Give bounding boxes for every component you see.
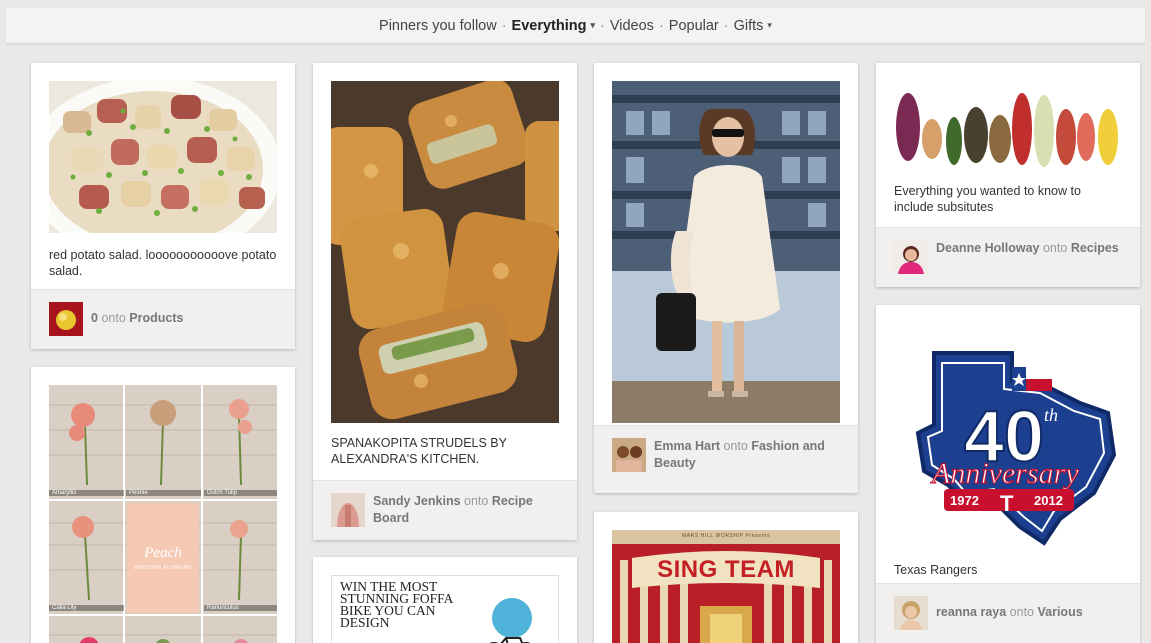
pin-card-texas-rangers[interactable]: 40 th Anniversary 1972 2012 T Texas Rang…: [876, 305, 1140, 643]
nav-popular[interactable]: Popular: [667, 18, 721, 34]
nav-separator: ·: [600, 17, 605, 34]
nav-everything[interactable]: Everything ▾: [510, 18, 597, 34]
pin-card-win-bike[interactable]: WIN THE MOST STUNNING FOFFA BIKE YOU CAN…: [313, 557, 577, 643]
attribution-text: Emma Hart onto Fashion and Beauty: [654, 438, 844, 472]
board-name[interactable]: Recipes: [1071, 241, 1119, 255]
avatar[interactable]: [894, 240, 928, 274]
pin-attribution: Sandy Jenkins onto Recipe Board: [313, 480, 577, 540]
attribution-text: reanna raya onto Various: [936, 604, 1126, 621]
pin-card-flowers[interactable]: Amaryllis Peonie Dutch Tulip Calla Lily …: [31, 367, 295, 643]
flower-label: Dutch Tulip: [204, 490, 277, 496]
attribution-text: Sandy Jenkins onto Recipe Board: [373, 493, 563, 527]
flower-label: Amaryllis: [49, 490, 124, 496]
pinner-name[interactable]: Sandy Jenkins: [373, 494, 461, 508]
nav-gifts[interactable]: Gifts ▾: [732, 18, 774, 34]
svg-text:2012: 2012: [1034, 493, 1063, 508]
pinner-name[interactable]: 0: [91, 311, 98, 325]
svg-text:T: T: [1000, 491, 1014, 516]
onto-label: onto: [1042, 241, 1068, 255]
flower-label: Peonie: [126, 490, 201, 496]
board-name[interactable]: Various: [1038, 605, 1083, 619]
chevron-down-icon[interactable]: ▾: [767, 20, 772, 30]
avatar[interactable]: [894, 596, 928, 630]
pin-description: Texas Rangers: [894, 563, 978, 577]
flower-label: Ranunculus: [204, 605, 277, 611]
pin-image[interactable]: [331, 81, 559, 423]
pin-image[interactable]: [894, 81, 1122, 175]
pinner-name[interactable]: Emma Hart: [654, 439, 720, 453]
onto-label: onto: [1009, 605, 1035, 619]
nav-videos[interactable]: Videos: [608, 18, 656, 34]
pin-card-fashion[interactable]: Emma Hart onto Fashion and Beauty: [594, 63, 858, 493]
strudel-photo: [331, 81, 559, 423]
bike-icon: [489, 637, 531, 643]
pin-description: red potato salad. looooooooooove potato …: [49, 248, 277, 278]
pin-attribution: Deanne Holloway onto Recipes: [876, 227, 1140, 287]
board-name[interactable]: Products: [129, 311, 183, 325]
pin-attribution: Emma Hart onto Fashion and Beauty: [594, 425, 858, 493]
pinner-name[interactable]: reanna raya: [936, 605, 1006, 619]
nav-separator: ·: [658, 17, 664, 34]
flower-label: Calla Lily: [49, 605, 124, 611]
vegetables-photo: [894, 81, 1122, 175]
avatar-image: [894, 596, 928, 630]
pin-image[interactable]: 40 th Anniversary 1972 2012 T: [894, 323, 1122, 551]
pinner-name[interactable]: Deanne Holloway: [936, 241, 1040, 255]
pin-description: Everything you wanted to know to include…: [894, 184, 1081, 214]
pin-image[interactable]: WIN THE MOST STUNNING FOFFA BIKE YOU CAN…: [331, 575, 559, 643]
nav-separator: ·: [501, 17, 507, 34]
win-headline: WIN THE MOST STUNNING FOFFA BIKE YOU CAN…: [340, 579, 453, 630]
poster-kicker: MARS HILL WORSHIP Presents: [681, 533, 771, 539]
potato-salad-photo: [49, 81, 277, 233]
avatar[interactable]: [331, 493, 365, 527]
pin-card-veggies[interactable]: Everything you wanted to know to include…: [876, 63, 1140, 287]
pin-image[interactable]: [49, 81, 277, 233]
pin-card-sing-team[interactable]: MARS HILL WORSHIP Presents SING TEAM: [594, 512, 858, 643]
pin-card-potato-salad[interactable]: red potato salad. looooooooooove potato …: [31, 63, 295, 349]
onto-label: onto: [723, 439, 748, 453]
pin-image[interactable]: [612, 81, 840, 423]
avatar-image: [894, 240, 928, 274]
sing-team-poster: [612, 530, 840, 643]
pin-card-strudel[interactable]: SPANAKOPITA STRUDELS BY ALEXANDRA'S KITC…: [313, 63, 577, 540]
pin-description: SPANAKOPITA STRUDELS BY ALEXANDRA'S KITC…: [331, 436, 507, 466]
nav-separator: ·: [723, 17, 729, 34]
nav-gifts-label: Gifts: [733, 17, 764, 34]
avatar[interactable]: [49, 302, 83, 336]
pin-attribution: 0 onto Products: [31, 289, 295, 349]
avatar-image: [331, 493, 365, 527]
attribution-text: Deanne Holloway onto Recipes: [936, 240, 1126, 257]
category-nav: Pinners you follow · Everything ▾ · Video…: [6, 8, 1145, 44]
svg-text:th: th: [1044, 405, 1058, 425]
fashion-photo: [612, 81, 840, 423]
pin-image[interactable]: Amaryllis Peonie Dutch Tulip Calla Lily …: [49, 385, 277, 643]
avatar-image: [612, 438, 646, 472]
chevron-down-icon[interactable]: ▾: [590, 20, 595, 30]
pin-image[interactable]: MARS HILL WORSHIP Presents SING TEAM: [612, 530, 840, 643]
onto-label: onto: [101, 311, 126, 325]
svg-text:Anniversary: Anniversary: [930, 457, 1079, 490]
nav-everything-label: Everything: [511, 17, 587, 34]
attribution-text: 0 onto Products: [91, 310, 281, 327]
flowers-center-title: Peach: [144, 545, 182, 561]
avatar[interactable]: [612, 438, 646, 472]
nav-pinners-you-follow[interactable]: Pinners you follow: [377, 18, 499, 34]
pin-attribution: reanna raya onto Various: [876, 583, 1140, 643]
avatar-image: [49, 302, 83, 336]
onto-label: onto: [464, 494, 489, 508]
rangers-anniversary-logo: 40 th Anniversary 1972 2012 T: [894, 323, 1122, 551]
svg-text:1972: 1972: [950, 493, 979, 508]
flowers-center-subtitle: WEDDING FLOWERS: [134, 565, 192, 571]
poster-title: SING TEAM: [657, 556, 795, 583]
